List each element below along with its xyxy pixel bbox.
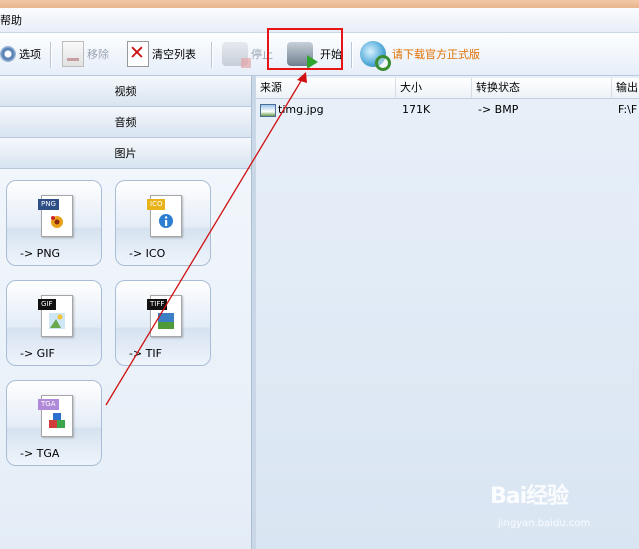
watermark-brand: Bai经验 [490, 484, 569, 509]
download-official-button[interactable]: 请下载官方正式版 [360, 33, 480, 75]
row-source: timg.jpg [278, 103, 324, 116]
png-file-icon: PNG [38, 195, 73, 237]
category-image[interactable]: 图片 [0, 138, 251, 169]
clear-list-icon: ✕ [127, 41, 149, 67]
format-png-button[interactable]: PNG -> PNG [6, 180, 102, 266]
column-size[interactable]: 大小 [396, 78, 472, 98]
options-label: 选项 [19, 48, 41, 61]
column-output[interactable]: 输出 [612, 78, 639, 98]
table-row[interactable]: timg.jpg 171K -> BMP F:\F [256, 100, 639, 120]
format-ico-label: -> ICO [129, 247, 166, 260]
ico-file-icon: ICO [147, 195, 182, 237]
download-official-label: 请下载官方正式版 [392, 48, 480, 61]
tga-file-icon: TGA [38, 395, 73, 437]
remove-file-icon [62, 41, 84, 67]
format-tif-label: -> TIF [129, 347, 162, 360]
column-source[interactable]: 来源 [256, 78, 396, 98]
menu-help[interactable]: 帮助 [0, 12, 22, 28]
column-status[interactable]: 转换状态 [472, 78, 612, 98]
window-title-strip [0, 0, 639, 8]
clear-list-button[interactable]: ✕ 清空列表 [127, 33, 196, 75]
remove-button[interactable]: 移除 [62, 33, 109, 75]
category-video[interactable]: 视频 [0, 76, 251, 107]
format-png-label: -> PNG [20, 247, 61, 260]
gear-icon [0, 46, 16, 62]
stop-convert-icon [222, 42, 251, 68]
row-size: 171K [402, 103, 431, 116]
options-button[interactable]: 选项 [0, 33, 41, 75]
file-list-header: 来源 大小 转换状态 输出 [256, 78, 639, 99]
stop-button[interactable]: 停止 [222, 33, 273, 75]
image-file-icon [260, 104, 276, 117]
toolbar-separator [50, 42, 52, 68]
category-audio[interactable]: 音频 [0, 107, 251, 138]
sidebar: 视频 音频 图片 PNG -> PNG ICO -> ICO GIF -> GI… [0, 76, 251, 549]
toolbar-separator [211, 42, 213, 68]
watermark-url: jingyan.baidu.com [498, 518, 591, 529]
format-ico-button[interactable]: ICO -> ICO [115, 180, 211, 266]
row-status: -> BMP [478, 103, 519, 116]
baidu-jingyan-watermark: Bai经验 jingyan.baidu.com [490, 478, 630, 538]
gif-file-icon: GIF [38, 295, 73, 337]
format-gif-label: -> GIF [20, 347, 55, 360]
globe-magnifier-icon [360, 41, 391, 71]
format-tga-button[interactable]: TGA -> TGA [6, 380, 102, 466]
format-tga-label: -> TGA [20, 447, 60, 460]
toolbar-separator [351, 42, 353, 68]
remove-label: 移除 [87, 48, 109, 61]
row-output: F:\F [618, 103, 638, 116]
clear-list-label: 清空列表 [152, 48, 196, 61]
tiff-file-icon: TIFF [147, 295, 182, 337]
format-tif-button[interactable]: TIFF -> TIF [115, 280, 211, 366]
format-gif-button[interactable]: GIF -> GIF [6, 280, 102, 366]
start-highlight-box [267, 28, 343, 70]
